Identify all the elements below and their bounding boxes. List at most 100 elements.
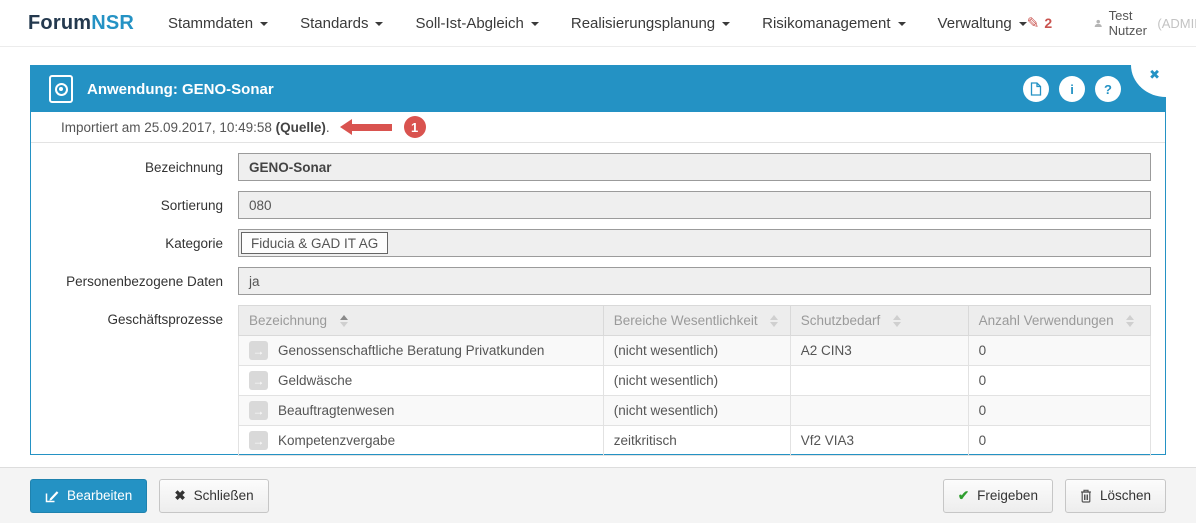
release-button-label: Freigeben xyxy=(977,488,1038,503)
application-form: Bezeichnung GENO-Sonar Sortierung 080 Ka… xyxy=(31,143,1165,456)
row-verwendungen: 0 xyxy=(968,336,1150,366)
pdf-export-icon[interactable] xyxy=(1023,76,1049,102)
trash-icon xyxy=(1080,489,1092,503)
chevron-down-icon xyxy=(531,22,539,26)
edit-button[interactable]: Bearbeiten xyxy=(30,479,147,513)
user-menu[interactable]: Test Nutzer (ADMINISTRATOR) xyxy=(1094,8,1196,38)
column-label: Bereiche Wesentlichkeit xyxy=(614,313,758,328)
row-verwendungen: 0 xyxy=(968,426,1150,456)
user-role: (ADMINISTRATOR) xyxy=(1157,16,1196,31)
open-row-button[interactable]: → xyxy=(249,401,268,420)
user-name: Test Nutzer xyxy=(1109,8,1152,38)
logo-part-nsr: NSR xyxy=(91,12,134,34)
import-note: Importiert am 25.09.2017, 10:49:58 (Quel… xyxy=(61,120,330,135)
nav-item-label: Standards xyxy=(300,15,368,32)
table-header-row: Bezeichnung Bereiche Wesentlichkeit Schu… xyxy=(239,306,1151,336)
pending-edits-counter[interactable]: ✎ 2 xyxy=(1027,14,1052,32)
table-row: → Geldwäsche (nicht wesentlich) 0 xyxy=(239,366,1151,396)
logo-part-forum: Forum xyxy=(28,12,91,34)
nav-item-stammdaten[interactable]: Stammdaten xyxy=(168,15,268,32)
open-row-button[interactable]: → xyxy=(249,341,268,360)
edit-count: 2 xyxy=(1044,15,1052,31)
row-wesentlichkeit: (nicht wesentlich) xyxy=(603,366,790,396)
help-icon[interactable]: ? xyxy=(1095,76,1121,102)
kategorie-field: Fiducia & GAD IT AG xyxy=(238,229,1151,257)
close-icon: ✖ xyxy=(1149,67,1160,83)
row-wesentlichkeit: (nicht wesentlich) xyxy=(603,396,790,426)
nav-item-standards[interactable]: Standards xyxy=(300,15,383,32)
form-row-bezeichnung: Bezeichnung GENO-Sonar xyxy=(31,153,1165,181)
row-bezeichnung: Genossenschaftliche Beratung Privatkunde… xyxy=(278,343,544,358)
close-icon: ✖ xyxy=(174,488,185,504)
field-label: Bezeichnung xyxy=(31,160,223,175)
nav-item-label: Verwaltung xyxy=(938,15,1012,32)
navbar-right: ✎ 2 Test Nutzer (ADMINISTRATOR) xyxy=(1027,8,1196,38)
info-icon[interactable]: i xyxy=(1059,76,1085,102)
geschaeftsprozesse-table: Bezeichnung Bereiche Wesentlichkeit Schu… xyxy=(238,305,1151,456)
arrow-right-icon: → xyxy=(253,344,265,358)
column-label: Anzahl Verwendungen xyxy=(979,313,1114,328)
release-button[interactable]: ✔ Freigeben xyxy=(943,479,1053,513)
row-schutzbedarf: Vf2 VIA3 xyxy=(790,426,968,456)
row-bezeichnung: Kompetenzvergabe xyxy=(278,433,395,448)
close-panel-corner[interactable]: ✖ xyxy=(1130,65,1166,98)
close-button[interactable]: ✖ Schließen xyxy=(159,479,268,513)
open-row-button[interactable]: → xyxy=(249,371,268,390)
panel-header: Anwendung: GENO-Sonar i ? ✖ xyxy=(31,66,1165,112)
sortierung-field: 080 xyxy=(238,191,1151,219)
table-row: → Genossenschaftliche Beratung Privatkun… xyxy=(239,336,1151,366)
main-nav: Stammdaten Standards Soll-Ist-Abgleich R… xyxy=(168,15,1027,32)
footer-left-buttons: Bearbeiten ✖ Schließen xyxy=(30,479,269,513)
form-row-kategorie: Kategorie Fiducia & GAD IT AG xyxy=(31,229,1165,257)
app-logo[interactable]: ForumNSR xyxy=(28,12,134,35)
sort-icon xyxy=(893,315,901,327)
chevron-down-icon xyxy=(1019,22,1027,26)
arrow-right-icon: → xyxy=(253,404,265,418)
open-row-button[interactable]: → xyxy=(249,431,268,450)
help-glyph: ? xyxy=(1104,82,1112,97)
chevron-down-icon xyxy=(260,22,268,26)
personenbezogene-daten-field: ja xyxy=(238,267,1151,295)
nav-item-label: Realisierungsplanung xyxy=(571,15,715,32)
nav-item-soll-ist-abgleich[interactable]: Soll-Ist-Abgleich xyxy=(415,15,538,32)
field-label: Kategorie xyxy=(31,236,223,251)
column-header-schutzbedarf[interactable]: Schutzbedarf xyxy=(790,306,968,336)
chevron-down-icon xyxy=(898,22,906,26)
column-header-anzahl-verwendungen[interactable]: Anzahl Verwendungen xyxy=(968,306,1150,336)
form-row-personenbezogene-daten: Personenbezogene Daten ja xyxy=(31,267,1165,295)
row-wesentlichkeit: zeitkritisch xyxy=(603,426,790,456)
column-label: Bezeichnung xyxy=(249,313,327,328)
application-detail-panel: Anwendung: GENO-Sonar i ? ✖ Importiert a… xyxy=(30,65,1166,455)
column-header-bezeichnung[interactable]: Bezeichnung xyxy=(239,306,604,336)
chevron-down-icon xyxy=(722,22,730,26)
sort-icon xyxy=(1126,315,1134,327)
table-row: → Beauftragtenwesen (nicht wesentlich) 0 xyxy=(239,396,1151,426)
bezeichnung-field: GENO-Sonar xyxy=(238,153,1151,181)
delete-button[interactable]: Löschen xyxy=(1065,479,1166,513)
import-note-suffix: . xyxy=(326,120,330,135)
row-bezeichnung: Beauftragtenwesen xyxy=(278,403,394,418)
info-glyph: i xyxy=(1070,82,1074,97)
close-button-label: Schließen xyxy=(194,488,254,503)
panel-title: Anwendung: GENO-Sonar xyxy=(87,81,274,98)
edit-button-label: Bearbeiten xyxy=(67,488,132,503)
field-label: Personenbezogene Daten xyxy=(31,274,223,289)
chevron-down-icon xyxy=(375,22,383,26)
edit-icon xyxy=(45,489,59,503)
row-schutzbedarf xyxy=(790,366,968,396)
import-note-row: Importiert am 25.09.2017, 10:49:58 (Quel… xyxy=(31,112,1165,143)
nav-item-realisierungsplanung[interactable]: Realisierungsplanung xyxy=(571,15,730,32)
column-header-bereiche-wesentlichkeit[interactable]: Bereiche Wesentlichkeit xyxy=(603,306,790,336)
panel-header-icons: i ? xyxy=(1023,76,1121,102)
import-note-source: (Quelle) xyxy=(276,120,326,135)
top-navbar: ForumNSR Stammdaten Standards Soll-Ist-A… xyxy=(0,0,1196,47)
row-schutzbedarf: A2 CIN3 xyxy=(790,336,968,366)
annotation-badge: 1 xyxy=(404,116,426,138)
nav-item-risikomanagement[interactable]: Risikomanagement xyxy=(762,15,905,32)
action-footer: Bearbeiten ✖ Schließen ✔ Freigeben Lösch… xyxy=(0,467,1196,523)
sort-icon xyxy=(770,315,778,327)
nav-item-verwaltung[interactable]: Verwaltung xyxy=(938,15,1027,32)
check-icon: ✔ xyxy=(958,488,969,504)
row-verwendungen: 0 xyxy=(968,366,1150,396)
field-label: Sortierung xyxy=(31,198,223,213)
